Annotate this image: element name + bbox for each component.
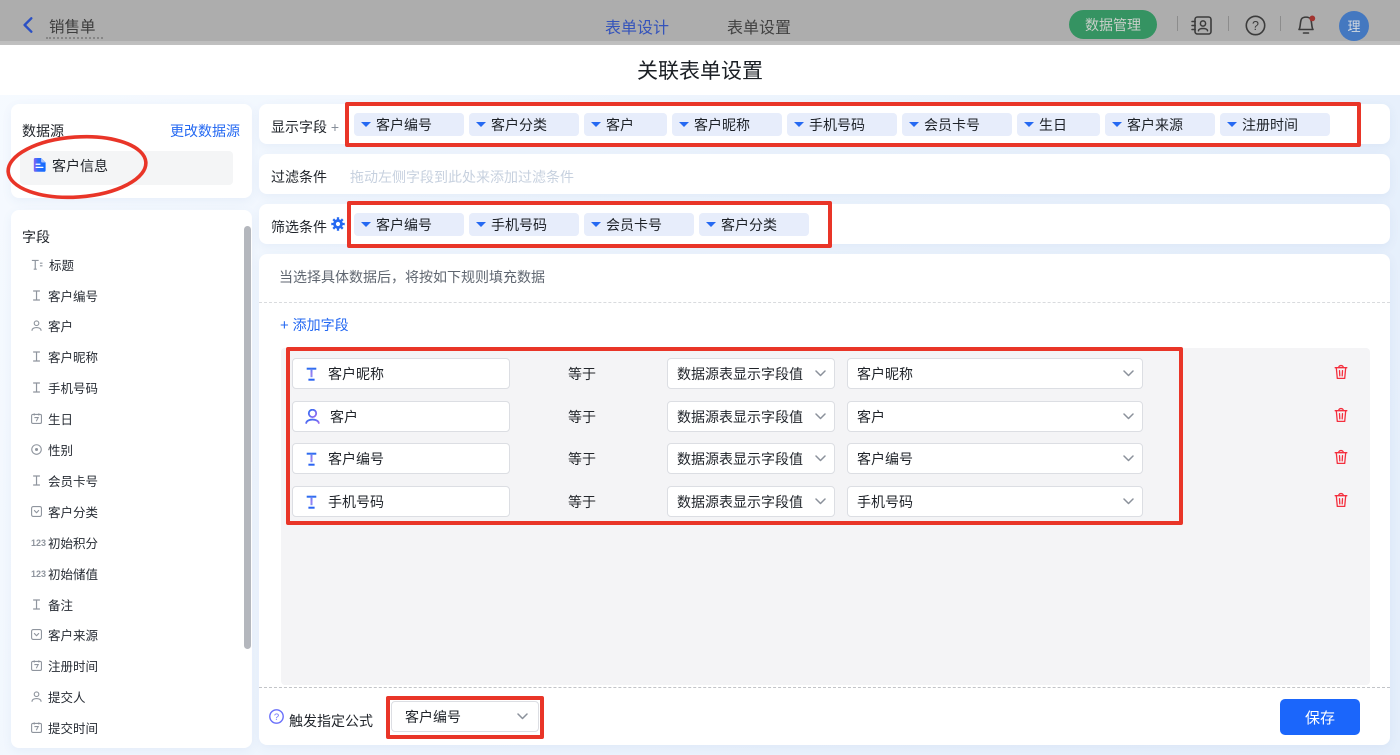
svg-text:?: ? — [274, 712, 279, 723]
svg-text:?: ? — [1252, 19, 1259, 33]
